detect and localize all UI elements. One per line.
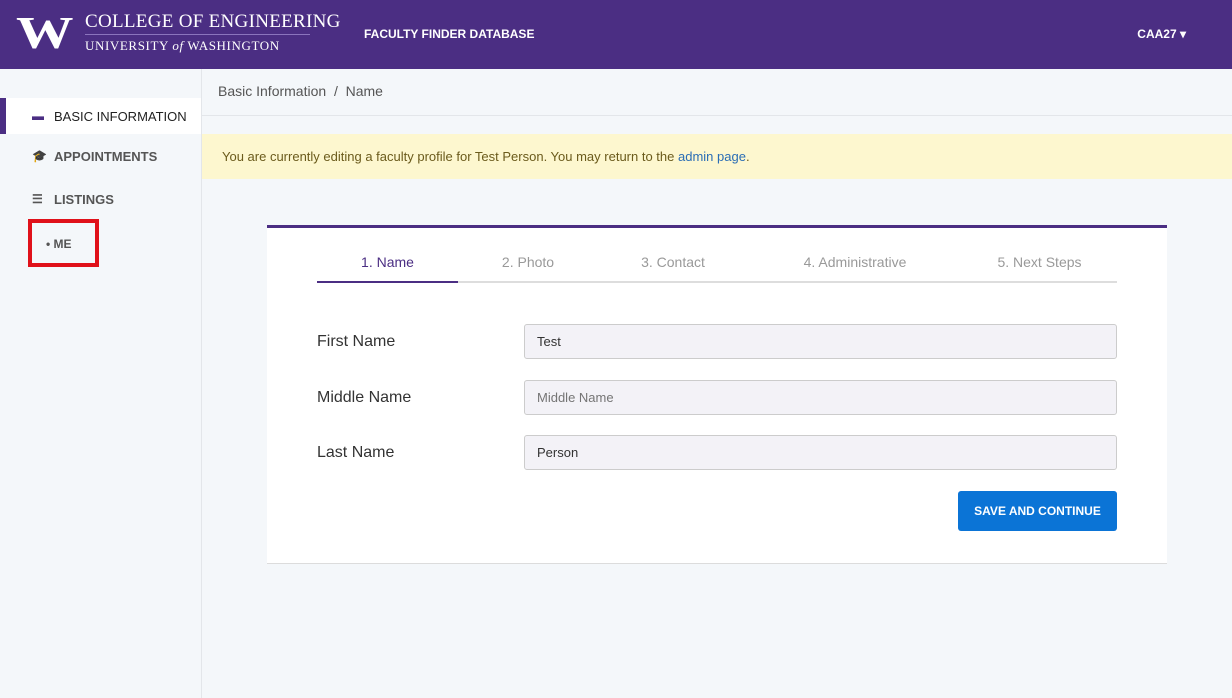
tab-administrative[interactable]: 4. Administrative bbox=[748, 250, 962, 281]
logo-divider bbox=[85, 34, 310, 35]
first-name-input[interactable] bbox=[524, 324, 1117, 359]
admin-page-link[interactable]: admin page bbox=[678, 149, 746, 164]
tab-photo[interactable]: 2. Photo bbox=[458, 250, 598, 281]
tab-next-steps[interactable]: 5. Next Steps bbox=[962, 250, 1117, 281]
first-name-label: First Name bbox=[317, 333, 396, 350]
sidebar: ▬ BASIC INFORMATION 🎓 APPOINTMENTS ☰ LISTIN… bbox=[0, 69, 202, 698]
last-name-label: Last Name bbox=[317, 444, 395, 461]
last-name-input[interactable] bbox=[524, 435, 1117, 470]
sidebar-item-label: APPOINTMENTS bbox=[54, 148, 158, 164]
name-form-card: 1. Name 2. Photo 3. Contact 4. Administr… bbox=[267, 225, 1167, 564]
step-tabs: 1. Name 2. Photo 3. Contact 4. Administr… bbox=[317, 250, 1117, 283]
college-name: COLLEGE OF ENGINEERING bbox=[85, 11, 341, 32]
uw-logo[interactable]: W bbox=[16, 10, 74, 56]
sidebar-item-basic-information[interactable]: ▬ BASIC INFORMATION bbox=[0, 98, 201, 134]
breadcrumb-current: Name bbox=[345, 83, 383, 99]
sidebar-item-label: BASIC INFORMATION bbox=[54, 108, 187, 124]
top-bar: W COLLEGE OF ENGINEERING UNIVERSITY of W… bbox=[0, 0, 1232, 69]
alert-text: You are currently editing a faculty prof… bbox=[222, 149, 678, 164]
tab-contact[interactable]: 3. Contact bbox=[598, 250, 748, 281]
breadcrumb-parent[interactable]: Basic Information bbox=[218, 83, 326, 99]
breadcrumb-separator: / bbox=[333, 83, 338, 99]
graduation-cap-icon: 🎓 bbox=[32, 149, 47, 163]
university-name: UNIVERSITY of WASHINGTON bbox=[85, 38, 280, 53]
middle-name-input[interactable] bbox=[524, 380, 1117, 415]
id-card-icon: ▬ bbox=[32, 109, 44, 123]
middle-name-label: Middle Name bbox=[317, 389, 412, 406]
list-icon: ☰ bbox=[32, 192, 43, 206]
alert-end: . bbox=[745, 149, 750, 164]
sidebar-item-listings[interactable]: ☰ LISTINGS bbox=[0, 181, 201, 217]
editing-alert: You are currently editing a faculty prof… bbox=[202, 134, 1232, 179]
sidebar-item-appointments[interactable]: 🎓 APPOINTMENTS bbox=[0, 138, 201, 174]
sidebar-item-label: LISTINGS bbox=[54, 191, 114, 207]
sidebar-item-me[interactable]: • ME bbox=[28, 219, 99, 267]
app-title[interactable]: FACULTY FINDER DATABASE bbox=[364, 27, 534, 41]
breadcrumb: Basic Information / Name bbox=[202, 69, 1232, 116]
save-and-continue-button[interactable]: SAVE AND CONTINUE bbox=[958, 491, 1117, 531]
tab-name[interactable]: 1. Name bbox=[317, 250, 458, 283]
user-menu[interactable]: CAA27 ▾ bbox=[1137, 27, 1186, 41]
